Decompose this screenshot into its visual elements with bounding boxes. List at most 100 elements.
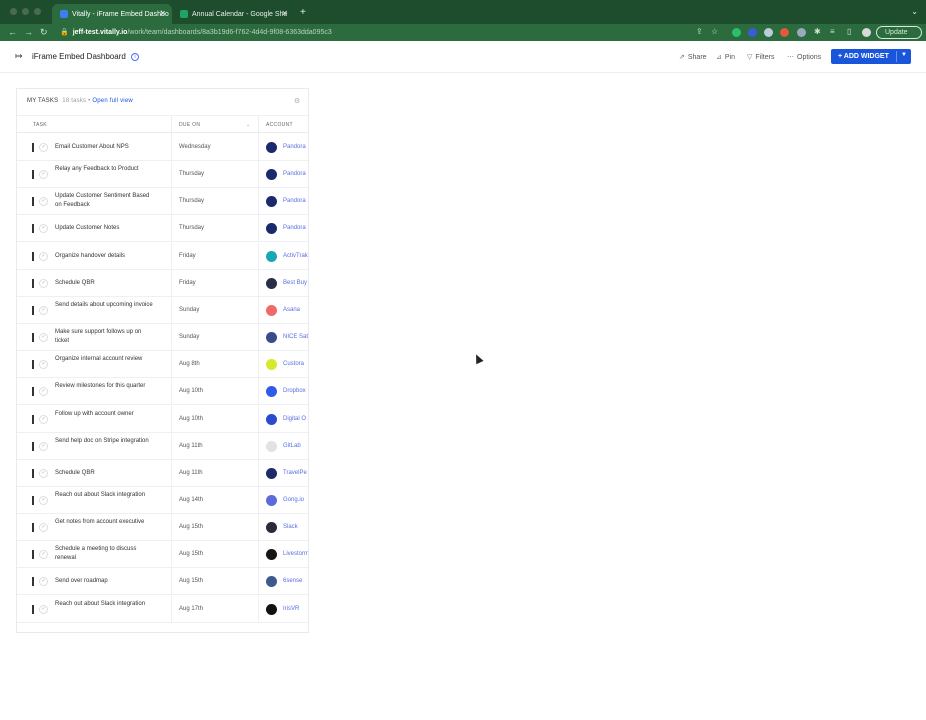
- complete-check-icon[interactable]: ✓: [39, 604, 48, 614]
- account-link[interactable]: Gong.io: [283, 497, 304, 503]
- account-link[interactable]: Slack: [283, 524, 298, 530]
- table-row[interactable]: ✓ Send help doc on Stripe integration Aug …: [17, 432, 308, 460]
- table-row[interactable]: ✓ Review milestones for this quarter Aug 1…: [17, 378, 308, 406]
- complete-check-icon[interactable]: ✓: [39, 523, 48, 533]
- puzzle-extensions-icon[interactable]: ✱: [814, 27, 821, 36]
- window-minimize-dot[interactable]: [22, 8, 29, 15]
- account-link[interactable]: ActivTrak: [283, 253, 308, 259]
- task-name[interactable]: Schedule QBR: [55, 279, 155, 288]
- account-link[interactable]: GitLab: [283, 443, 301, 449]
- complete-check-icon[interactable]: ✓: [39, 305, 48, 315]
- complete-check-icon[interactable]: ✓: [39, 360, 48, 370]
- complete-check-icon[interactable]: ✓: [39, 197, 48, 207]
- task-name[interactable]: Get notes from account executive: [55, 518, 155, 527]
- complete-check-icon[interactable]: ✓: [39, 387, 48, 397]
- complete-check-icon[interactable]: ✓: [39, 224, 48, 234]
- complete-check-icon[interactable]: ✓: [39, 550, 48, 560]
- new-tab-button[interactable]: +: [300, 7, 306, 18]
- task-name[interactable]: Relay any Feedback to Product: [55, 165, 155, 174]
- table-row[interactable]: ✓ Organize handover details Friday ActivTra…: [17, 242, 308, 270]
- bookmark-star-icon[interactable]: ☆: [711, 27, 718, 36]
- account-link[interactable]: Digital O: [283, 416, 306, 422]
- task-name[interactable]: Organize handover details: [55, 252, 155, 261]
- table-row[interactable]: ✓ Update Customer Notes Thursday Pandora: [17, 215, 308, 243]
- options-button[interactable]: ⋯ Options: [787, 53, 821, 61]
- task-name[interactable]: Reach out about Slack integration: [55, 491, 155, 500]
- account-link[interactable]: IrisVR: [283, 606, 299, 612]
- table-row[interactable]: ✓ Schedule QBR Friday Best Buy: [17, 269, 308, 297]
- chevron-down-icon[interactable]: ▼: [901, 52, 907, 58]
- table-row[interactable]: ✓ Reach out about Slack integration Aug 14…: [17, 486, 308, 514]
- task-name[interactable]: Send details about upcoming invoice: [55, 301, 155, 310]
- account-link[interactable]: Pandora: [283, 144, 306, 150]
- account-link[interactable]: Asana: [283, 307, 300, 313]
- account-link[interactable]: TravelPe: [283, 470, 307, 476]
- sidebar-icon[interactable]: ▯: [847, 27, 851, 36]
- complete-check-icon[interactable]: ✓: [39, 577, 48, 587]
- extension-icon[interactable]: [748, 28, 757, 37]
- extension-icon[interactable]: [780, 28, 789, 37]
- account-link[interactable]: Livestorm: [283, 551, 308, 557]
- table-row[interactable]: ✓ Reach out about Slack integration Aug 17…: [17, 595, 308, 623]
- window-close-dot[interactable]: [10, 8, 17, 15]
- profile-avatar[interactable]: [862, 28, 871, 37]
- share-page-icon[interactable]: ⇪: [696, 27, 703, 36]
- account-link[interactable]: Custora: [283, 361, 304, 367]
- table-row[interactable]: ✓ Schedule a meeting to discuss renewal Au…: [17, 541, 308, 569]
- table-row[interactable]: ✓ Make sure support follows up on ticket S…: [17, 324, 308, 352]
- account-link[interactable]: Best Buy: [283, 280, 307, 286]
- table-row[interactable]: ✓ Relay any Feedback to Product Thursday Pa…: [17, 161, 308, 189]
- task-name[interactable]: Update Customer Sentiment Based on Feedb…: [55, 192, 155, 210]
- column-header-task[interactable]: TASK: [33, 122, 47, 128]
- complete-check-icon[interactable]: ✓: [39, 495, 48, 505]
- task-name[interactable]: Schedule QBR: [55, 469, 155, 478]
- share-button[interactable]: ⇗ Share: [679, 53, 707, 61]
- task-name[interactable]: Send help doc on Stripe integration: [55, 437, 155, 446]
- table-row[interactable]: ✓ Update Customer Sentiment Based on Feed…: [17, 188, 308, 216]
- complete-check-icon[interactable]: ✓: [39, 441, 48, 451]
- address-bar[interactable]: 🔒 jeff-test.vitally.io/work/team/dashboar…: [60, 28, 332, 36]
- task-name[interactable]: Update Customer Notes: [55, 224, 155, 233]
- update-button[interactable]: Update: [876, 26, 922, 39]
- info-icon[interactable]: i: [131, 53, 139, 61]
- account-link[interactable]: Dropbox: [283, 388, 306, 394]
- table-row[interactable]: ✓ Send over roadmap Aug 15th 6sense: [17, 568, 308, 596]
- back-arrow-icon[interactable]: ←: [8, 27, 17, 37]
- account-link[interactable]: NICE Sat: [283, 334, 308, 340]
- grammarly-extension-icon[interactable]: [732, 28, 741, 37]
- pin-button[interactable]: ⊿ Pin: [716, 53, 735, 61]
- sort-chevron-icon[interactable]: ⌄: [246, 122, 251, 128]
- table-row[interactable]: ✓ Send details about upcoming invoice Sund…: [17, 296, 308, 324]
- account-link[interactable]: 6sense: [283, 578, 302, 584]
- task-name[interactable]: Schedule a meeting to discuss renewal: [55, 545, 155, 563]
- account-link[interactable]: Pandora: [283, 171, 306, 177]
- forward-arrow-icon[interactable]: →: [24, 27, 33, 37]
- table-row[interactable]: ✓ Schedule QBR Aug 11th TravelPe: [17, 459, 308, 487]
- complete-check-icon[interactable]: ✓: [39, 468, 48, 478]
- table-row[interactable]: ✓ Email Customer About NPS Wednesday Pandor…: [17, 134, 308, 161]
- task-name[interactable]: Follow up with account owner: [55, 410, 155, 419]
- complete-check-icon[interactable]: ✓: [39, 143, 48, 152]
- open-full-view-link[interactable]: Open full view: [92, 98, 133, 104]
- account-link[interactable]: Pandora: [283, 225, 306, 231]
- camera-extension-icon[interactable]: [764, 28, 773, 37]
- complete-check-icon[interactable]: ✓: [39, 333, 48, 343]
- table-row[interactable]: ✓ Organize internal account review Aug 8th…: [17, 351, 308, 379]
- add-widget-button[interactable]: + ADD WIDGET ▼: [831, 49, 911, 64]
- account-link[interactable]: Pandora: [283, 198, 306, 204]
- column-header-due[interactable]: DUE ON: [179, 122, 200, 128]
- complete-check-icon[interactable]: ✓: [39, 278, 48, 288]
- extension-icon[interactable]: [797, 28, 806, 37]
- complete-check-icon[interactable]: ✓: [39, 251, 48, 261]
- expand-sidebar-icon[interactable]: ↦: [15, 51, 23, 62]
- task-name[interactable]: Send over roadmap: [55, 577, 155, 586]
- complete-check-icon[interactable]: ✓: [39, 170, 48, 180]
- filters-button[interactable]: ▽ Filters: [747, 53, 774, 61]
- tab-search-icon[interactable]: ⌄: [911, 7, 918, 16]
- close-tab-icon[interactable]: ✕: [281, 9, 288, 18]
- task-name[interactable]: Organize internal account review: [55, 355, 155, 364]
- table-row[interactable]: ✓ Follow up with account owner Aug 10th Dig…: [17, 405, 308, 433]
- media-controls-icon[interactable]: ≡: [830, 27, 835, 36]
- window-zoom-dot[interactable]: [34, 8, 41, 15]
- browser-tab-vitally[interactable]: Vitally - iFrame Embed Dashbo ✕: [52, 4, 172, 24]
